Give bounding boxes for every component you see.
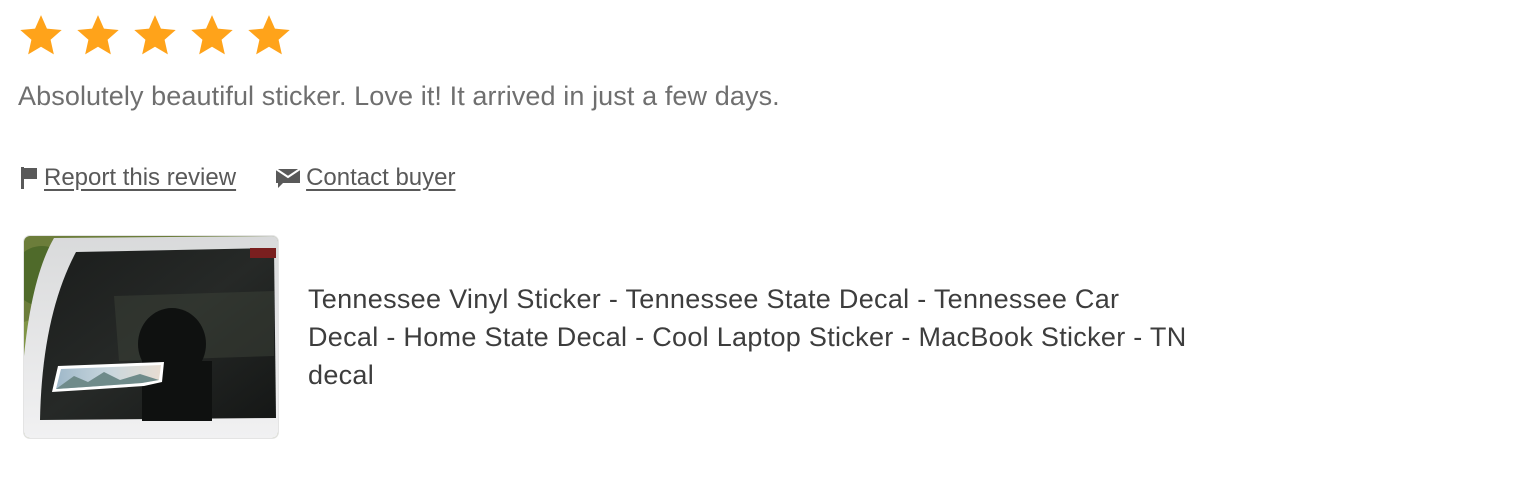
report-review-label: Report this review xyxy=(44,164,237,191)
review-actions: Report this review Contact buyer xyxy=(18,164,1498,192)
purchased-item: Tennessee Vinyl Sticker - Tennessee Stat… xyxy=(18,236,1498,438)
review-text: Absolutely beautiful sticker. Love it! I… xyxy=(18,81,780,111)
contact-buyer-link[interactable]: Contact buyer xyxy=(274,164,456,192)
contact-buyer-label: Contact buyer xyxy=(306,164,456,191)
star-icon xyxy=(77,15,119,55)
car-window-sticker-image xyxy=(24,236,278,438)
star-icon xyxy=(20,15,62,55)
review-card: Absolutely beautiful sticker. Love it! I… xyxy=(18,10,1498,438)
report-review-link[interactable]: Report this review xyxy=(18,164,236,192)
envelope-icon xyxy=(275,168,301,188)
star-icon xyxy=(134,15,176,55)
star-icon xyxy=(191,15,233,55)
star-rating xyxy=(18,10,1498,60)
item-thumbnail[interactable] xyxy=(24,236,278,438)
flag-icon xyxy=(21,167,37,189)
item-title-link[interactable]: Tennessee Vinyl Sticker - Tennessee Stat… xyxy=(308,280,1188,394)
star-icon xyxy=(248,15,290,55)
